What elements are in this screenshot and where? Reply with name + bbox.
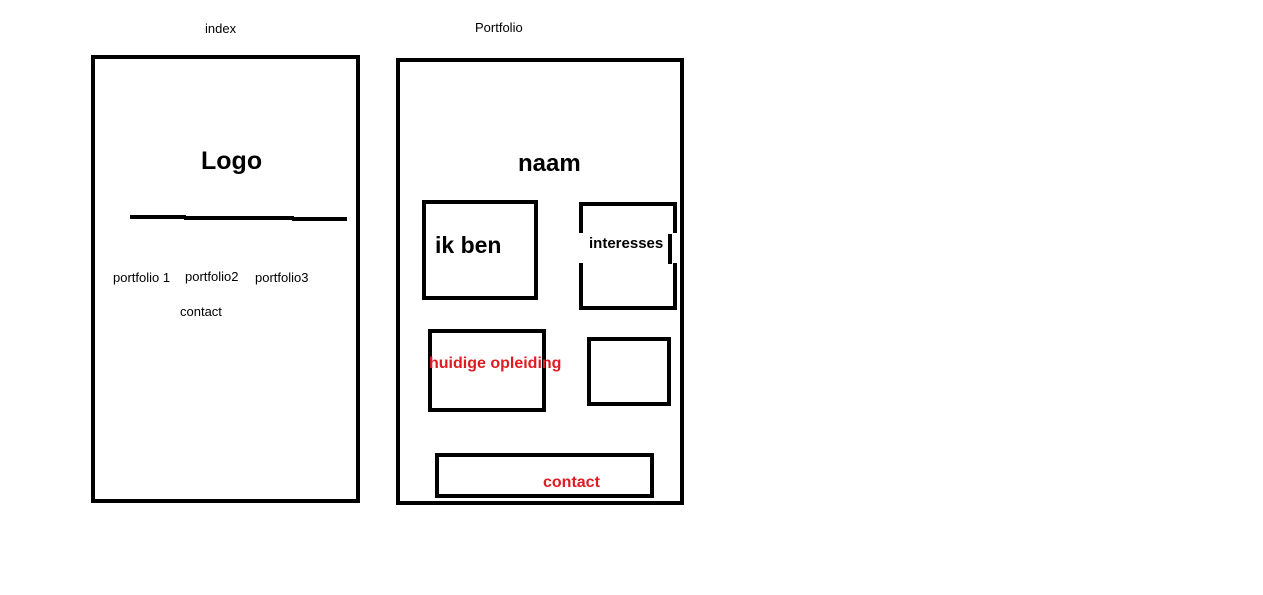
portfolio-name-heading: naam <box>518 150 581 177</box>
portfolio-caption: Portfolio <box>475 20 523 35</box>
interests-box-notch <box>668 234 672 264</box>
index-caption: index <box>205 21 237 36</box>
education-label: huidige opleiding <box>429 355 562 372</box>
nav-link-portfolio-1[interactable]: portfolio 1 <box>113 271 170 284</box>
index-logo: Logo <box>201 147 263 175</box>
nav-link-contact[interactable]: contact <box>180 305 222 318</box>
contact-label: contact <box>543 474 600 491</box>
nav-link-portfolio-3[interactable]: portfolio3 <box>255 271 308 284</box>
interests-label: interesses <box>589 235 664 252</box>
index-divider-line <box>130 215 186 219</box>
nav-link-portfolio-2[interactable]: portfolio2 <box>185 270 238 283</box>
interests-box <box>579 202 677 310</box>
index-divider-line-end <box>292 217 347 221</box>
interests-box-gap-right <box>673 233 677 263</box>
empty-box <box>587 337 671 406</box>
about-label: ik ben <box>435 232 502 258</box>
interests-box-gap-left <box>579 233 584 263</box>
index-divider-line-mid <box>184 216 294 220</box>
